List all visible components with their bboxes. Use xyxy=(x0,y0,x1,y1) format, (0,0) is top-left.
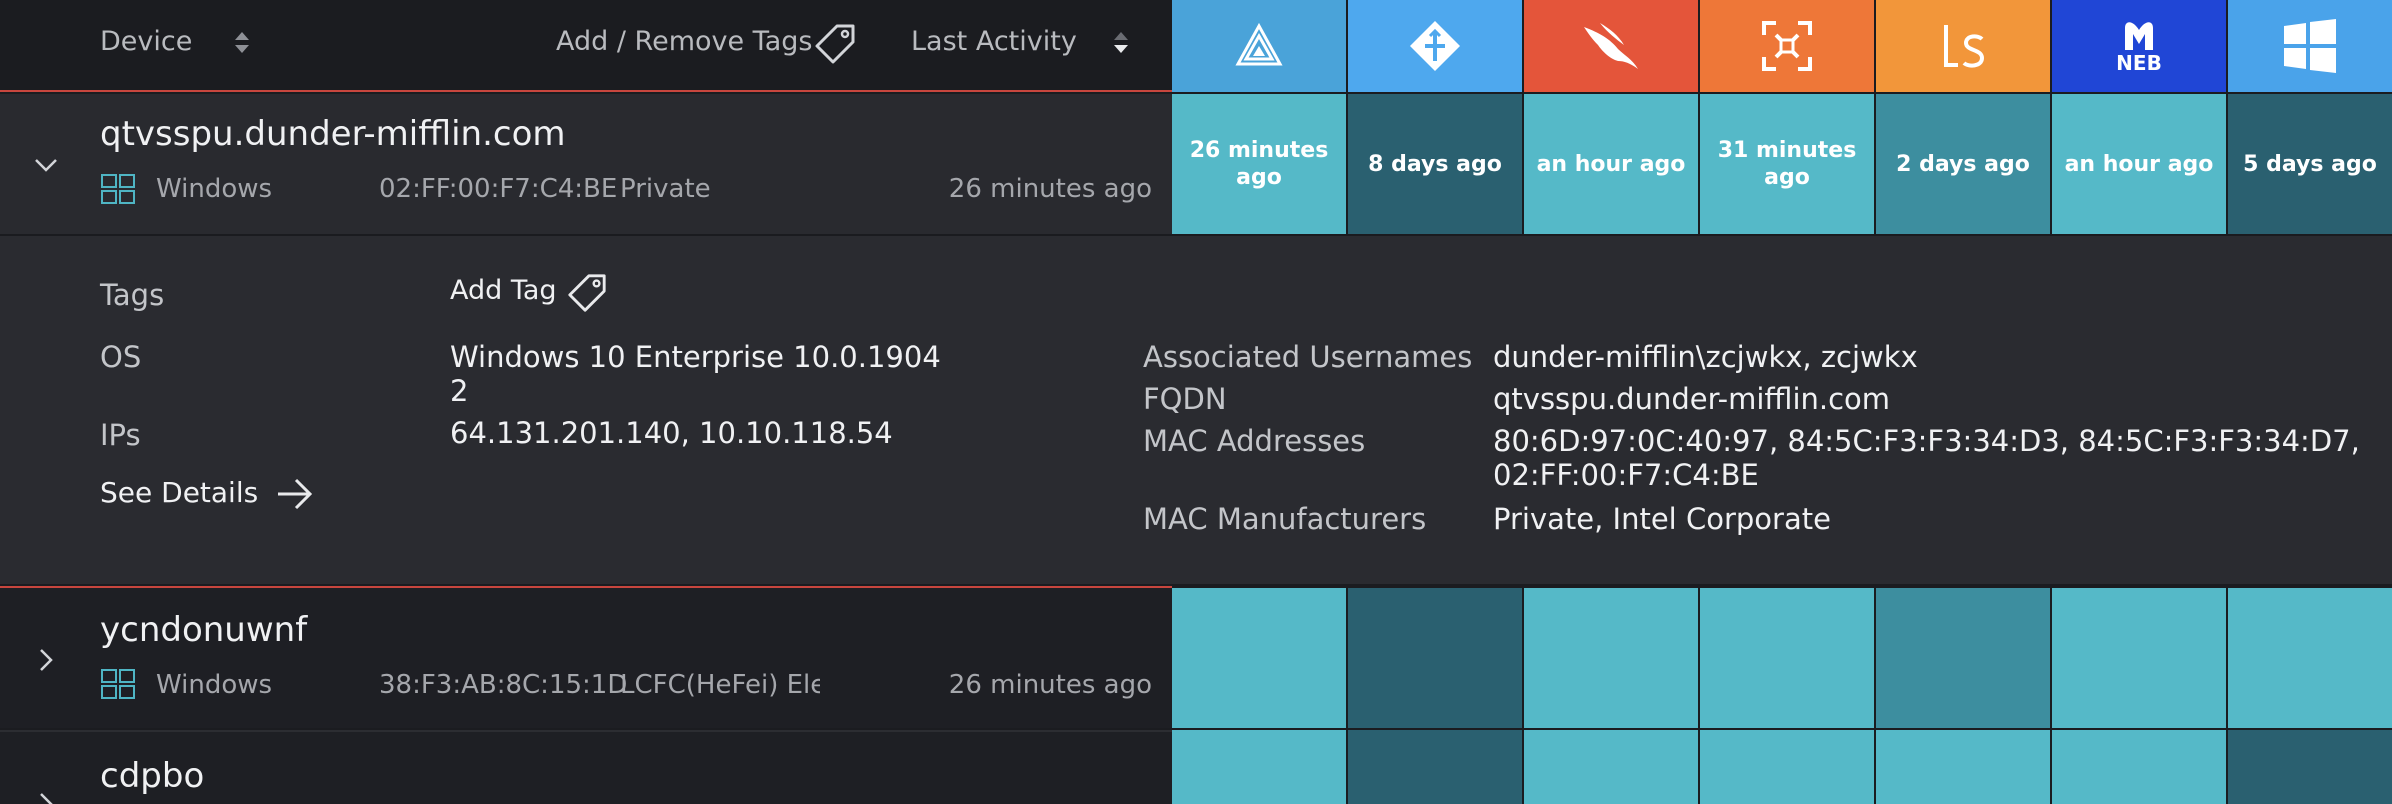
fqdn-label: FQDN xyxy=(1143,382,1227,416)
device-table: Device Add / Remove Tags Last Activity q… xyxy=(0,0,2392,804)
activity-cell[interactable]: 8 days ago xyxy=(1348,94,1522,234)
activity-cell[interactable] xyxy=(1700,588,1874,728)
activity-cell[interactable]: 31 minutes ago xyxy=(1700,94,1874,234)
activity-cell[interactable] xyxy=(1172,730,1346,804)
activity-cell[interactable] xyxy=(1524,730,1698,804)
activity-cell[interactable] xyxy=(2228,588,2392,728)
device-mac: 38:F3:AB:8C:15:1D xyxy=(379,670,628,700)
chevron-right-icon[interactable] xyxy=(32,646,60,674)
windows-os-icon xyxy=(101,669,135,699)
prism-logo-icon xyxy=(1235,22,1283,66)
neb-logo-icon xyxy=(2125,22,2153,50)
activity-cell[interactable] xyxy=(1524,588,1698,728)
source-column-header[interactable]: NEB xyxy=(2052,0,2226,92)
os-value: Windows 10 Enterprise 10.0.1904 xyxy=(450,340,941,374)
activity-cell[interactable] xyxy=(1172,588,1346,728)
usernames-label: Associated Usernames xyxy=(1143,340,1473,374)
mac-manufacturers-value: Private, Intel Corporate xyxy=(1493,502,1831,536)
device-os: Windows xyxy=(156,174,273,204)
device-manufacturer: Private xyxy=(620,174,711,204)
activity-cell[interactable]: an hour ago xyxy=(1524,94,1698,234)
tag-icon[interactable] xyxy=(813,22,857,66)
device-column-header[interactable]: Device xyxy=(100,26,192,57)
os-value-wrap: 2 xyxy=(450,374,469,408)
device-last-activity: 26 minutes ago xyxy=(948,174,1152,204)
activity-cell[interactable] xyxy=(2052,588,2226,728)
windows-logo-icon xyxy=(2284,19,2336,73)
activity-cell[interactable]: 5 days ago xyxy=(2228,94,2392,234)
mac-addresses-label: MAC Addresses xyxy=(1143,424,1366,458)
activity-cell[interactable] xyxy=(1348,730,1522,804)
device-os: Windows xyxy=(156,670,273,700)
mac-manufacturers-label: MAC Manufacturers xyxy=(1143,502,1427,536)
mac-addresses-value: 80:6D:97:0C:40:97, 84:5C:F3:F3:34:D3, 84… xyxy=(1493,424,2360,458)
source-column-header[interactable] xyxy=(1172,0,1346,92)
device-details-panel: Tags Add Tag OS Windows 10 Enterprise 10… xyxy=(0,234,2392,584)
source-column-header[interactable] xyxy=(2228,0,2392,92)
activity-cell[interactable] xyxy=(1876,588,2050,728)
usernames-value: dunder-mifflin\zcjwkx, zcjwkx xyxy=(1493,340,1918,374)
tag-icon[interactable] xyxy=(566,272,608,314)
source-column-header[interactable] xyxy=(1524,0,1698,92)
device-hostname[interactable]: qtvsspu.dunder-mifflin.com xyxy=(100,114,566,154)
falcon-bird-logo-icon xyxy=(1584,23,1638,69)
ips-label: IPs xyxy=(100,418,141,452)
activity-cell[interactable]: 2 days ago xyxy=(1876,94,2050,234)
activity-cell[interactable] xyxy=(2052,730,2226,804)
last-activity-sort-icon[interactable] xyxy=(1114,32,1128,56)
activity-cell[interactable] xyxy=(1876,730,2050,804)
arrow-right-icon[interactable] xyxy=(276,477,314,511)
fqdn-value: qtvsspu.dunder-mifflin.com xyxy=(1493,382,1891,416)
source-column-header[interactable] xyxy=(1876,0,2050,92)
table-header: Device Add / Remove Tags Last Activity xyxy=(0,0,1172,92)
add-tag-button[interactable]: Add Tag xyxy=(450,274,557,308)
source-column-header[interactable] xyxy=(1700,0,1874,92)
last-activity-column-header[interactable]: Last Activity xyxy=(911,26,1077,57)
activity-cell[interactable] xyxy=(1700,730,1874,804)
activity-cell[interactable]: 26 minutes ago xyxy=(1172,94,1346,234)
activity-cell[interactable] xyxy=(1348,588,1522,728)
table-row[interactable]: cdpbo xyxy=(0,730,1172,804)
device-sort-icon[interactable] xyxy=(235,32,249,56)
device-mac: 02:FF:00:F7:C4:BE xyxy=(379,174,618,204)
scan-frame-logo-icon xyxy=(1762,21,1812,71)
chevron-down-icon[interactable] xyxy=(32,151,60,179)
diamond-arrows-logo-icon xyxy=(1410,21,1460,71)
device-hostname[interactable]: ycndonuwnf xyxy=(100,610,307,650)
see-details-link[interactable]: See Details xyxy=(100,476,258,510)
activity-cell[interactable] xyxy=(2228,730,2392,804)
neb-label: NEB xyxy=(2116,51,2162,75)
tags-label: Tags xyxy=(100,278,165,312)
ips-value: 64.131.201.140, 10.10.118.54 xyxy=(450,416,893,450)
chevron-right-icon[interactable] xyxy=(32,790,60,804)
table-row[interactable]: qtvsspu.dunder-mifflin.com Windows 02:FF… xyxy=(0,94,1172,234)
table-row[interactable]: ycndonuwnf Windows 38:F3:AB:8C:15:1D LCF… xyxy=(0,586,1172,728)
mac-addresses-value-wrap: 02:FF:00:F7:C4:BE xyxy=(1493,458,1759,492)
os-label: OS xyxy=(100,340,142,374)
device-hostname[interactable]: cdpbo xyxy=(100,756,204,796)
add-remove-tags-button[interactable]: Add / Remove Tags xyxy=(556,26,812,57)
activity-cell[interactable]: an hour ago xyxy=(2052,94,2226,234)
ls-logo-icon xyxy=(1944,25,1985,68)
device-manufacturer: LCFC(HeFei) Electronics Technology Co., … xyxy=(620,670,820,700)
source-column-header[interactable] xyxy=(1348,0,1522,92)
device-last-activity: 26 minutes ago xyxy=(948,670,1152,700)
windows-os-icon xyxy=(101,174,135,204)
